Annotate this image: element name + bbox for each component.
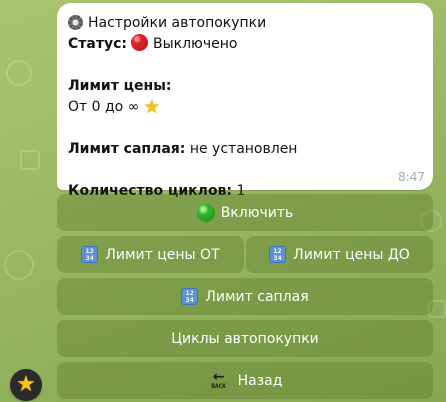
status-value: Выключено [152, 36, 238, 52]
favorite-star-button[interactable]: ★ [10, 369, 42, 401]
price-limit-from-button[interactable]: 12 34 Лимит цены ОТ [57, 236, 244, 273]
bot-message: Настройки автопокупки Статус: Выключено Л… [57, 3, 433, 199]
green-circle-icon [196, 203, 215, 222]
price-limit-to-button[interactable]: 12 34 Лимит цены ДО [246, 236, 433, 273]
numpad-icon: 12 34 [269, 246, 287, 263]
star-icon: ★ [16, 372, 36, 397]
red-circle-icon [130, 34, 148, 51]
message-title-line: Настройки автопокупки [68, 13, 421, 34]
price-limit-to-label: Лимит цены ДО [293, 246, 410, 263]
spread-limit-button[interactable]: 12 34 Лимит саплая [57, 278, 433, 315]
star-icon: ★ [143, 96, 161, 118]
back-button[interactable]: ← BACK Назад [57, 362, 433, 399]
spread-limit-label: Лимит саплая [205, 288, 309, 305]
cycles-button[interactable]: Циклы автопокупки [57, 320, 433, 357]
gear-icon [68, 15, 83, 30]
numpad-icon: 12 34 [181, 288, 199, 305]
spread-limit-value: не установлен [189, 141, 298, 157]
status-label: Статус: [68, 36, 127, 52]
price-limit-value: От 0 до ∞ [68, 99, 140, 115]
background-doodle [6, 60, 32, 86]
background-doodle [4, 250, 34, 280]
enable-button-label: Включить [220, 204, 294, 221]
price-limit-from-label: Лимит цены ОТ [105, 246, 220, 263]
numpad-icon: 12 34 [81, 246, 99, 263]
background-doodle [20, 150, 40, 170]
back-icon: ← BACK [211, 368, 226, 390]
message-title: Настройки автопокупки [88, 15, 267, 31]
price-limit-line: От 0 до ∞ ★ [68, 97, 421, 118]
status-line: Статус: Выключено [68, 34, 421, 55]
spread-limit-line: Лимит саплая: не установлен [68, 139, 421, 160]
enable-button[interactable]: Включить [57, 194, 433, 231]
spread-limit-label: Лимит саплая: [68, 141, 186, 157]
message-time: 8:47 [398, 170, 425, 184]
cycles-button-label: Циклы автопокупки [171, 330, 319, 347]
back-button-label: Назад [237, 372, 283, 389]
price-limit-label: Лимит цены: [68, 78, 172, 94]
